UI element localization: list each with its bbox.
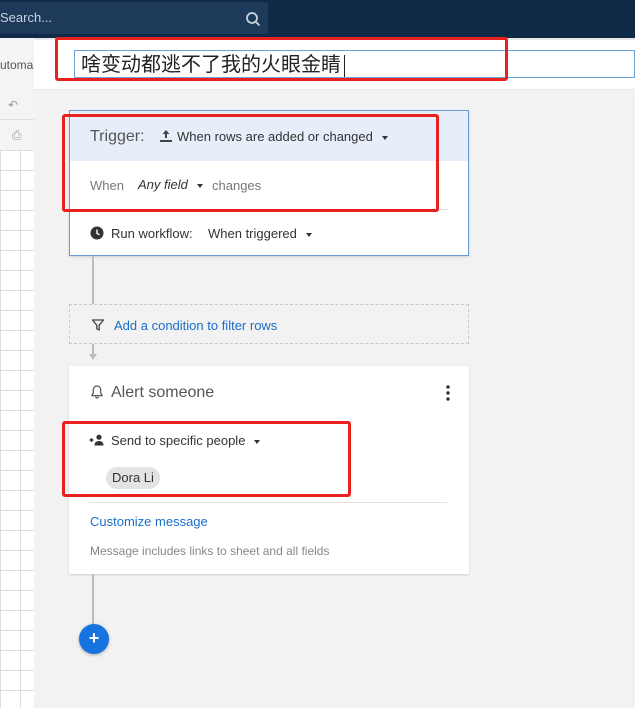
run-workflow-dropdown[interactable]: When triggered (208, 226, 312, 241)
customize-message-link[interactable]: Customize message (90, 514, 208, 529)
alert-title: Alert someone (111, 384, 215, 401)
message-note: Message includes links to sheet and all … (90, 544, 330, 558)
search-box[interactable]: Search... (0, 2, 268, 34)
connector-line (92, 344, 94, 354)
divider (89, 502, 447, 503)
add-condition-box[interactable]: Add a condition to filter rows (69, 304, 469, 344)
search-input[interactable]: Search... (0, 10, 230, 25)
run-workflow-value: When triggered (208, 226, 297, 241)
add-step-button[interactable]: + (79, 624, 109, 654)
highlight-box-recipients (62, 421, 351, 497)
filter-icon (91, 319, 105, 331)
highlight-box-trigger (62, 114, 439, 212)
bell-icon (91, 385, 103, 399)
connector-arrow (89, 354, 97, 360)
clock-icon (90, 226, 104, 240)
undo-icon[interactable]: ↶ (8, 98, 18, 112)
add-condition-link[interactable]: Add a condition to filter rows (114, 318, 277, 333)
background-tab[interactable]: utoma (0, 58, 34, 72)
plus-icon: + (88, 628, 100, 648)
search-icon[interactable] (245, 11, 261, 27)
dropdown-arrow-icon (305, 232, 312, 237)
workflow-panel: 啥变动都逃不了我的火眼金睛 Trigger: When rows are add… (34, 37, 635, 708)
run-workflow-label: Run workflow: (111, 226, 193, 241)
background-grid (0, 150, 34, 708)
connector-line (92, 256, 94, 304)
top-bar: Search... (0, 0, 635, 38)
highlight-box-name (55, 37, 508, 81)
attachment-icon[interactable]: ⎙ (12, 128, 22, 143)
connector-line (92, 574, 94, 624)
more-vertical-icon[interactable] (445, 384, 451, 402)
